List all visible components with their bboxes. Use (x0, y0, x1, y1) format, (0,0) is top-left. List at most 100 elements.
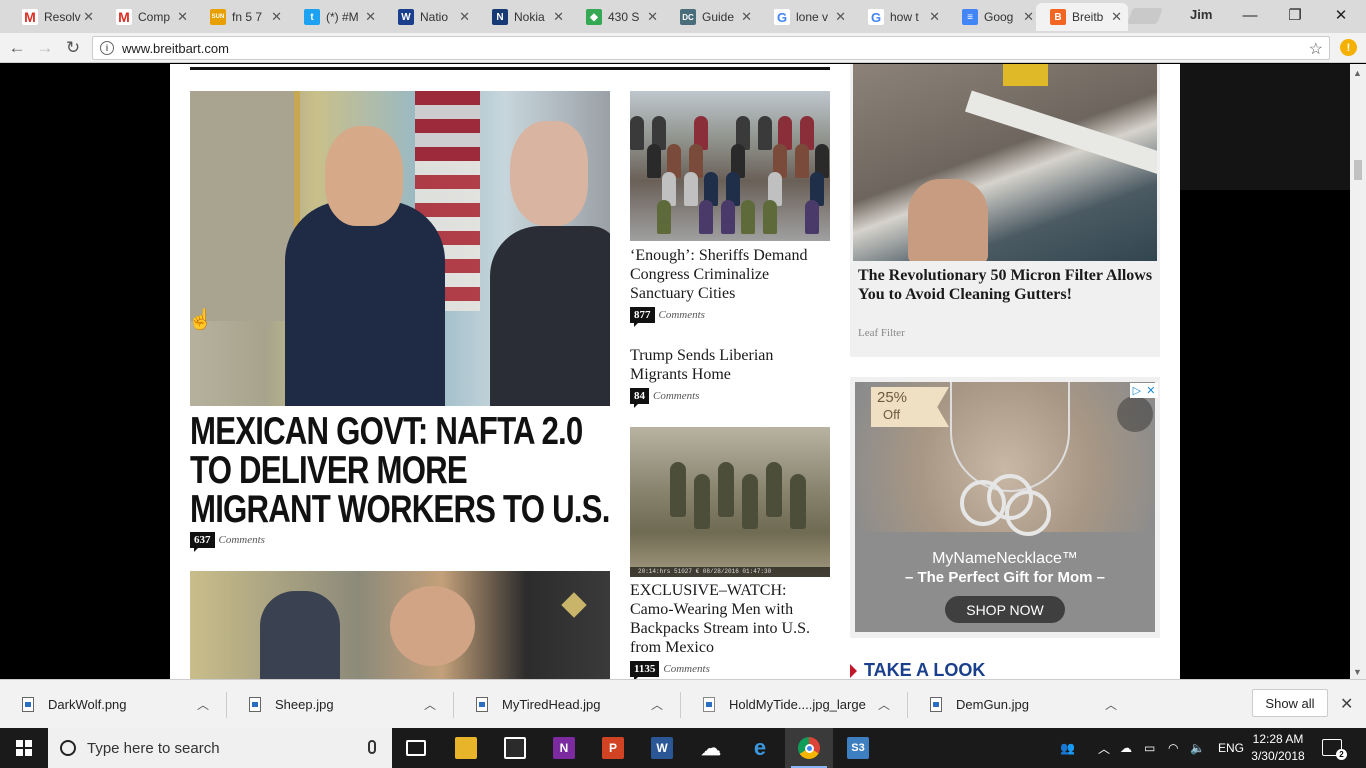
comment-count-number[interactable]: 877 (630, 307, 655, 327)
download-item[interactable]: MyTiredHead.jpg ︿ (454, 680, 681, 729)
microphone-icon[interactable] (368, 740, 376, 754)
tab-twitter[interactable]: t (*) #M ✕ (290, 3, 382, 31)
story-image-next[interactable] (190, 571, 610, 679)
window-close-icon[interactable]: ✕ (1318, 0, 1364, 30)
tab-sun[interactable]: SUN fn 5 7 ✕ (196, 3, 288, 31)
ad-source[interactable]: Leaf Filter (858, 327, 905, 339)
profile-name[interactable]: Jim (1190, 7, 1212, 22)
download-filename[interactable]: DemGun.jpg (956, 697, 1105, 712)
sponsored-ad-gutter[interactable]: The Revolutionary 50 Micron Filter Allow… (850, 64, 1160, 357)
address-bar[interactable]: i www.breitbart.com ☆ (92, 36, 1330, 60)
chevron-up-icon[interactable]: ︿ (197, 696, 209, 713)
search-placeholder[interactable]: Type here to search (87, 740, 220, 757)
tab-google-how[interactable]: Ghow t ✕ (854, 3, 946, 31)
close-icon[interactable]: ✕ (1146, 384, 1155, 397)
app-s3-icon[interactable]: S3 (834, 728, 882, 768)
comment-count-number[interactable]: 637 (190, 532, 215, 552)
language-indicator[interactable]: ENG (1218, 728, 1244, 768)
chevron-up-icon[interactable]: ︿ (1105, 696, 1117, 713)
ad-title[interactable]: The Revolutionary 50 Micron Filter Allow… (858, 266, 1158, 304)
scroll-up-icon[interactable]: ▲ (1353, 68, 1362, 78)
action-center-icon[interactable]: 2 (1322, 739, 1347, 760)
comment-count-label[interactable]: Comments (663, 663, 709, 675)
clock-date[interactable]: 3/30/2018 (1250, 748, 1306, 765)
forward-icon[interactable]: → (34, 37, 56, 59)
onedrive-icon[interactable]: ☁ (687, 728, 735, 768)
download-filename[interactable]: HoldMyTide....jpg_large (729, 697, 878, 712)
comment-count-number[interactable]: 1135 (630, 661, 660, 679)
show-all-button[interactable]: Show all (1252, 689, 1328, 717)
main-headline[interactable]: MEXICAN GOVT: NAFTA 2.0 TO DELIVER MORE … (190, 412, 610, 529)
download-item[interactable]: HoldMyTide....jpg_large ︿ (681, 680, 908, 729)
download-item[interactable]: DemGun.jpg ︿ (908, 680, 1135, 729)
scroll-thumb[interactable] (1354, 160, 1362, 180)
tab-breitbart[interactable]: B Breitb ✕ (1036, 3, 1128, 31)
download-item[interactable]: Sheep.jpg ︿ (227, 680, 454, 729)
close-icon[interactable]: ✕ (459, 9, 470, 25)
taskbar-search[interactable]: Type here to search (48, 728, 392, 768)
close-icon[interactable]: ✕ (929, 9, 940, 25)
story-title-camo[interactable]: EXCLUSIVE–WATCH: Camo-Wearing Men with B… (630, 581, 830, 657)
main-story-image[interactable] (190, 91, 610, 406)
adchoices-triangle-icon[interactable]: ▷ (1133, 384, 1141, 397)
close-icon[interactable]: ✕ (741, 9, 752, 25)
close-icon[interactable]: ✕ (1340, 694, 1353, 714)
comment-count[interactable]: 877 Comments (630, 307, 705, 327)
url-text[interactable]: www.breitbart.com (122, 41, 229, 56)
tab-google-docs[interactable]: ≡ Goog ✕ (948, 3, 1040, 31)
comment-count-label[interactable]: Comments (659, 309, 705, 321)
display-ad-necklace[interactable]: 25% Off MyNameNecklace™ – The Perfect Gi… (850, 377, 1160, 638)
close-icon[interactable]: ✕ (177, 9, 188, 25)
tab-resolve[interactable]: M Resolv ✕ (8, 3, 100, 31)
close-icon[interactable]: ✕ (271, 9, 282, 25)
download-filename[interactable]: Sheep.jpg (275, 697, 424, 712)
powerpoint-icon[interactable]: P (589, 728, 637, 768)
tab-national[interactable]: W Natio ✕ (384, 3, 476, 31)
scroll-down-icon[interactable]: ▼ (1353, 667, 1362, 677)
download-item[interactable]: DarkWolf.png ︿ (0, 680, 227, 729)
tab-google-lone[interactable]: Glone v ✕ (760, 3, 852, 31)
ad-image[interactable]: 25% Off MyNameNecklace™ – The Perfect Gi… (855, 382, 1155, 632)
story-title-liberian[interactable]: Trump Sends Liberian Migrants Home (630, 346, 830, 384)
close-icon[interactable]: ✕ (835, 9, 846, 25)
adchoices-icon[interactable]: ▷ ✕ (1130, 383, 1158, 398)
volume-icon[interactable]: 🔈 (1190, 728, 1205, 768)
tab-nokia[interactable]: N Nokia ✕ (478, 3, 570, 31)
alert-icon[interactable]: ! (1340, 39, 1357, 56)
info-icon[interactable]: i (100, 41, 114, 55)
chevron-up-icon[interactable]: ︿ (1098, 728, 1110, 768)
tab-guide[interactable]: DC Guide ✕ (666, 3, 758, 31)
reload-icon[interactable]: ↻ (62, 37, 84, 59)
comment-count[interactable]: 637 Comments (190, 532, 265, 552)
onenote-icon[interactable]: N (540, 728, 588, 768)
scrollbar[interactable]: ▲ ▼ (1350, 64, 1366, 679)
file-explorer-icon[interactable] (442, 728, 490, 768)
story-title-sheriffs[interactable]: ‘Enough’: Sheriffs Demand Congress Crimi… (630, 246, 830, 303)
chevron-up-icon[interactable]: ︿ (878, 696, 890, 713)
ad-image[interactable] (853, 64, 1157, 261)
minimize-icon[interactable]: — (1227, 0, 1273, 30)
tab-comp[interactable]: M Comp ✕ (102, 3, 194, 31)
comment-count-number[interactable]: 84 (630, 388, 649, 408)
people-icon[interactable]: 👥 (1060, 728, 1075, 768)
chevron-up-icon[interactable]: ︿ (424, 696, 436, 713)
close-icon[interactable]: ✕ (365, 9, 376, 25)
wifi-icon[interactable]: ◠ (1168, 728, 1178, 768)
back-icon[interactable]: ← (6, 37, 28, 59)
restore-icon[interactable]: ❐ (1272, 0, 1318, 30)
chrome-icon[interactable] (785, 728, 833, 768)
edge-icon[interactable]: e (736, 728, 784, 768)
close-icon[interactable]: ✕ (1111, 9, 1122, 25)
comment-count-label[interactable]: Comments (219, 534, 265, 546)
start-button[interactable] (0, 728, 48, 768)
story-image-border[interactable]: 20:14:hrs 51027 € 08/28/2016 01:47:30 (630, 427, 830, 577)
word-icon[interactable]: W (638, 728, 686, 768)
download-filename[interactable]: MyTiredHead.jpg (502, 697, 651, 712)
shop-now-button[interactable]: SHOP NOW (945, 596, 1065, 623)
battery-icon[interactable]: ▭ (1144, 728, 1155, 768)
close-icon[interactable]: ✕ (647, 9, 658, 25)
close-icon[interactable]: ✕ (1023, 9, 1034, 25)
comment-count[interactable]: 1135 Comments (630, 661, 710, 679)
bookmark-star-icon[interactable]: ☆ (1309, 39, 1323, 59)
chevron-up-icon[interactable]: ︿ (651, 696, 663, 713)
